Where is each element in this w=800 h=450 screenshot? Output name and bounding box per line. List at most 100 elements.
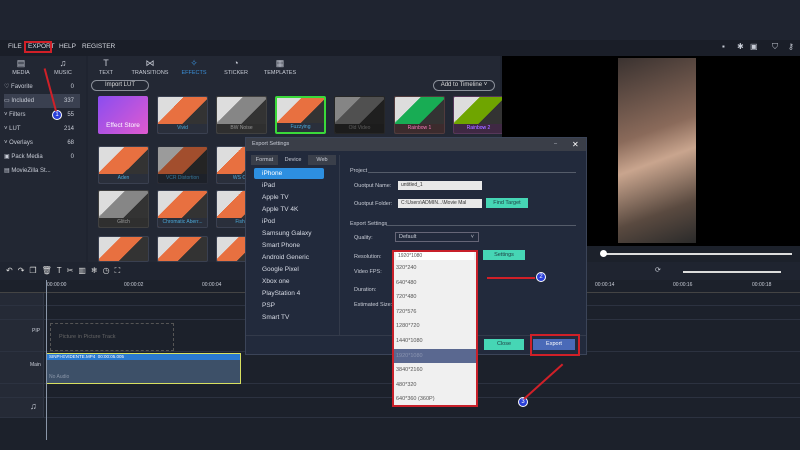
tab-effects[interactable]: ✧ EFFECTS	[172, 58, 216, 76]
effect-label: Aden	[99, 174, 148, 183]
resolution-option[interactable]: 1440*1080	[394, 334, 476, 349]
effects-icon: ✧	[190, 58, 198, 68]
device-item[interactable]: Google Pixel	[262, 266, 299, 273]
tab-format[interactable]: Format	[251, 155, 278, 165]
video-clip[interactable]: SINPI-EVIDENTE.MP4 00:00:05.005 No Audio	[46, 353, 241, 384]
menu-help[interactable]: HELP	[59, 43, 76, 50]
refresh-icon[interactable]: ⟳	[655, 266, 661, 274]
category-pack-media[interactable]: ▣ Pack Media 0	[4, 150, 80, 164]
category-overlays[interactable]: ˅ Overlays 68	[4, 136, 80, 150]
minimize-icon[interactable]: –	[554, 138, 557, 151]
tab-label: TEXT	[98, 70, 114, 76]
tab-templates[interactable]: ▦ TEMPLATES	[258, 58, 302, 76]
effect-tile-selected[interactable]: Fuzzying	[275, 96, 326, 134]
device-item[interactable]: iPod	[262, 218, 275, 225]
effect-store-tile[interactable]: Effect Store	[98, 96, 148, 134]
tab-media[interactable]: ▤ MEDIA	[4, 58, 38, 76]
main-label: Main	[30, 362, 41, 368]
tab-text[interactable]: T TEXT	[84, 58, 128, 76]
effect-tile[interactable]: Old Video	[334, 96, 385, 134]
delete-icon[interactable]: 🗑	[42, 266, 57, 275]
resolution-option[interactable]: 640*360 (360P)	[394, 392, 476, 407]
undo-icon[interactable]: ↶	[6, 266, 18, 275]
device-item[interactable]: PlayStation 4	[262, 290, 300, 297]
category-included[interactable]: ▭ Included 337	[4, 94, 80, 108]
device-item[interactable]: Android Generic	[262, 254, 309, 261]
playhead[interactable]	[46, 280, 47, 440]
key-icon[interactable]: ⚷	[788, 42, 794, 51]
effect-tile[interactable]: BW Noise	[216, 96, 267, 134]
tab-web[interactable]: Web	[308, 155, 336, 165]
effect-tile[interactable]	[157, 236, 208, 262]
effect-tile[interactable]	[98, 236, 149, 262]
tab-device[interactable]: Device	[278, 155, 308, 165]
pin-icon[interactable]: ▪	[722, 42, 725, 51]
add-to-timeline-dropdown[interactable]: Add to Timeline ˅	[433, 80, 495, 91]
device-item[interactable]: Xbox one	[262, 278, 289, 285]
device-item[interactable]: Apple TV 4K	[262, 206, 298, 213]
device-item[interactable]: Samsung Galaxy	[262, 230, 312, 237]
category-filters[interactable]: ˅ Filters 55	[4, 108, 80, 122]
effect-tile[interactable]: Chromatic Aberr...	[157, 190, 208, 228]
category-lut[interactable]: ˅ LUT 214	[4, 122, 80, 136]
resolution-option[interactable]: 1280*720	[394, 319, 476, 334]
effect-tile[interactable]: Glitch	[98, 190, 149, 228]
effect-tile[interactable]: VCR Distortion	[157, 146, 208, 184]
effect-tile[interactable]: Aden	[98, 146, 149, 184]
effect-tile[interactable]: Rainbow 1	[394, 96, 445, 134]
output-name-input[interactable]: untitled_1	[398, 181, 482, 190]
menu-file[interactable]: FILE	[8, 43, 22, 50]
device-item[interactable]: PSP	[262, 302, 275, 309]
quality-select[interactable]: Default ˅	[395, 232, 479, 242]
tab-transitions[interactable]: ⋈ TRANSITIONS	[128, 58, 172, 76]
device-item[interactable]: Smart TV	[262, 314, 289, 321]
effect-tile[interactable]: Vivid	[157, 96, 208, 134]
resolution-option[interactable]: 720*480	[394, 290, 476, 305]
resolution-option[interactable]: 1920*1080	[394, 348, 476, 364]
music-icon: ♫	[30, 401, 37, 411]
device-item[interactable]: Apple TV	[262, 194, 289, 201]
section-export-settings: Export Settings	[350, 221, 388, 227]
import-lut-button[interactable]: Import LUT	[91, 80, 149, 91]
split-icon[interactable]: ▥	[78, 266, 91, 275]
playback-handle[interactable]	[600, 250, 607, 257]
cut-icon[interactable]: ✂	[67, 266, 79, 275]
text-tool-icon[interactable]: T	[57, 266, 67, 275]
find-target-button[interactable]: Find Target	[486, 198, 528, 208]
cart-icon[interactable]: ⛉	[772, 42, 778, 52]
resolution-option[interactable]: 480*320	[394, 378, 476, 393]
playback-slider[interactable]	[602, 253, 792, 255]
resolution-dropdown[interactable]: 1920*1080 320*240 640*480 720*480 720*576 12…	[392, 250, 478, 407]
zoom-slider[interactable]	[683, 271, 781, 273]
redo-icon[interactable]: ↷	[18, 266, 30, 275]
output-folder-input[interactable]: C:\Users\ADMIN...\Movie Mal	[398, 199, 482, 208]
resolution-option[interactable]: 320*240	[394, 261, 476, 276]
menu-register[interactable]: REGISTER	[82, 43, 115, 50]
settings-button[interactable]: Settings	[483, 250, 525, 260]
resolution-option[interactable]: 3840*2160	[394, 363, 476, 378]
ruler-label: 00:00:16	[673, 282, 693, 288]
resolution-option[interactable]: 720*576	[394, 305, 476, 320]
device-item[interactable]: iPad	[262, 182, 275, 189]
category-moviezilla[interactable]: ▤ MovieZilla St...	[4, 164, 80, 178]
resolution-option[interactable]: 640*480	[394, 276, 476, 291]
resolution-input[interactable]: 1920*1080	[396, 252, 474, 260]
close-icon[interactable]: ✕	[572, 138, 579, 151]
speed-icon[interactable]: ◷	[103, 266, 115, 275]
tab-music[interactable]: ♫ MUSIC	[46, 58, 80, 76]
category-favorite[interactable]: ♡ Favorite 0	[4, 80, 80, 94]
pip-label: PIP	[32, 328, 41, 334]
tab-sticker[interactable]: ◔ STICKER	[214, 58, 258, 76]
save-icon[interactable]: ▣	[750, 42, 758, 51]
crop-icon[interactable]: ⛶	[115, 266, 126, 275]
device-item[interactable]: iPhone	[262, 170, 282, 177]
effect-tile[interactable]: Rainbow 2	[453, 96, 504, 134]
pip-placeholder[interactable]: Picture in Picture Track	[50, 323, 174, 351]
freeze-icon[interactable]: ❄	[91, 266, 103, 275]
device-item[interactable]: Smart Phone	[262, 242, 300, 249]
copy-icon[interactable]: ❐	[29, 266, 41, 275]
effect-label: VCR Distortion	[158, 174, 207, 183]
media-icon: ▤	[16, 58, 26, 68]
gift-icon[interactable]: ✱	[737, 42, 744, 51]
close-button[interactable]: Close	[484, 339, 524, 350]
